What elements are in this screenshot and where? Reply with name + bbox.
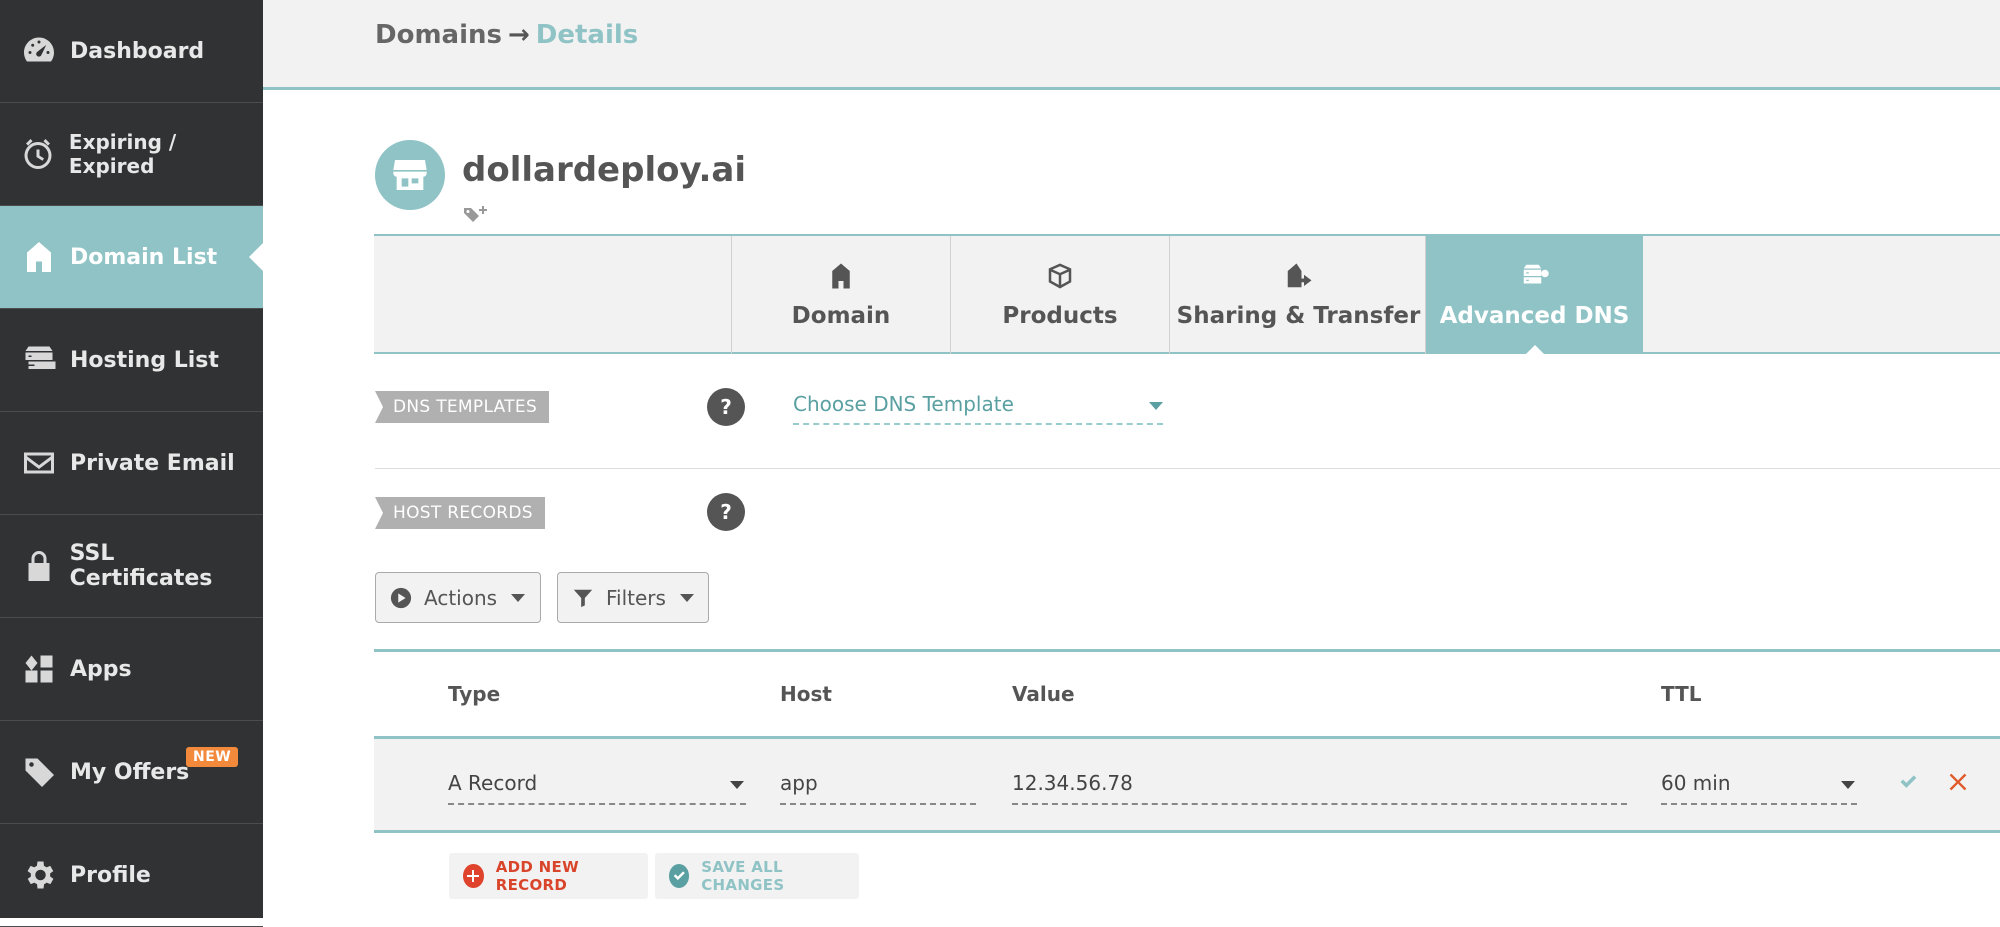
sidebar-item-label: My Offers [70,759,190,785]
tab-label: Domain [791,303,891,329]
sidebar-item-hosting-list[interactable]: Hosting List [0,309,263,412]
storefront-icon [393,160,427,190]
dns-templates-help-icon[interactable]: ? [707,388,745,426]
domain-avatar [375,140,445,210]
home-icon [832,263,850,289]
dns-server-icon [1523,264,1549,284]
sidebar-item-label: Expiring / Expired [68,130,177,178]
check-circle-icon [669,864,690,888]
tab-label: Sharing & Transfer [1176,303,1421,329]
host-records-label: HOST RECORDS [375,497,545,529]
sidebar-item-private-email[interactable]: Private Email [0,412,263,515]
sidebar-item-label: Dashboard [70,38,205,64]
chevron-down-icon [1841,781,1855,789]
tab-domain[interactable]: Domain [731,236,950,354]
sidebar-item-dashboard[interactable]: Dashboard [0,0,263,103]
tab-products[interactable]: Products [950,236,1169,354]
sidebar-item-label: Hosting List [70,347,219,373]
chevron-down-icon [511,593,526,602]
chevron-down-icon [679,593,694,602]
column-header-type: Type [448,682,501,706]
plus-circle-icon [463,864,484,888]
domain-name: dollardeploy.ai [462,150,747,190]
breadcrumb: Domains → Details [375,20,638,50]
record-type-select[interactable]: A Record [448,771,746,805]
record-ttl-select[interactable]: 60 min [1661,771,1857,805]
actions-label: Actions [424,585,498,610]
chevron-down-icon [730,781,744,789]
sidebar-item-label: Domain List [70,244,218,270]
domain-tabs: Domain Products Sharing & Transfer Advan… [374,234,2000,356]
confirm-record-check-icon[interactable] [1893,767,1923,797]
sidebar-item-apps[interactable]: Apps [0,618,263,721]
column-header-ttl: TTL [1661,682,1702,706]
dns-template-value: Choose DNS Template [793,392,1014,416]
filters-button[interactable]: Filters [557,572,709,623]
apps-grid-icon [20,650,58,688]
breadcrumb-current: Details [535,20,639,50]
tab-label: Advanced DNS [1439,303,1630,329]
filter-icon [572,587,594,609]
filters-label: Filters [606,585,666,610]
sidebar-item-label: Private Email [70,450,235,476]
delete-record-close-icon[interactable] [1943,767,1973,797]
add-new-record-button[interactable]: ADD NEW RECORD [449,853,648,899]
add-new-record-label: ADD NEW RECORD [495,858,579,894]
sidebar-item-label: Profile [70,862,151,888]
tab-sharing-transfer[interactable]: Sharing & Transfer [1169,236,1427,354]
new-badge: NEW [186,747,239,767]
actions-button[interactable]: Actions [375,572,541,623]
server-icon [20,341,58,379]
column-header-value: Value [1012,682,1075,706]
envelope-icon [20,444,58,482]
play-circle-icon [390,587,412,609]
section-divider [375,468,2000,469]
sidebar-item-profile[interactable]: Profile [0,824,263,927]
breadcrumb-domains-link[interactable]: Domains [375,20,502,50]
record-type-value: A Record [448,771,538,795]
sidebar-item-my-offers[interactable]: My Offers NEW [0,721,263,824]
dashboard-gauge-icon [20,32,58,70]
share-transfer-icon [1287,263,1311,288]
sidebar-item-label: SSL Certificates [69,541,213,591]
sidebar-item-label: Apps [70,656,132,682]
clock-icon [20,135,57,173]
column-header-host: Host [780,682,832,706]
sidebar: Dashboard Expiring / Expired Domain List… [0,0,263,927]
sidebar-item-ssl-certificates[interactable]: SSL Certificates [0,515,263,618]
dns-template-select[interactable]: Choose DNS Template [793,392,1163,425]
lock-icon [20,547,58,585]
box-icon [1048,263,1072,289]
gear-icon [20,856,58,894]
tab-label: Products [1002,303,1118,329]
host-records-help-icon[interactable]: ? [707,493,745,531]
table-row: A Record app 12.34.56.78 60 min [374,739,2000,833]
save-all-changes-button[interactable]: SAVE ALL CHANGES [655,853,859,899]
top-bar: Domains → Details [263,0,2000,90]
host-records-table-header: Type Host Value TTL [374,649,2000,739]
tab-advanced-dns[interactable]: Advanced DNS [1425,236,1643,356]
chevron-down-icon [1149,402,1163,410]
sidebar-item-expiring[interactable]: Expiring / Expired [0,103,263,206]
tag-icon [20,753,58,791]
home-icon [20,238,58,276]
record-host-input[interactable]: app [780,771,976,805]
breadcrumb-separator: → [507,20,530,50]
sidebar-item-domain-list[interactable]: Domain List [0,206,263,309]
dns-templates-label: DNS TEMPLATES [375,391,550,423]
add-tag-icon[interactable] [463,204,489,224]
save-all-changes-label: SAVE ALL CHANGES [701,858,785,894]
record-value-input[interactable]: 12.34.56.78 [1012,771,1627,805]
record-ttl-value: 60 min [1661,771,1731,795]
